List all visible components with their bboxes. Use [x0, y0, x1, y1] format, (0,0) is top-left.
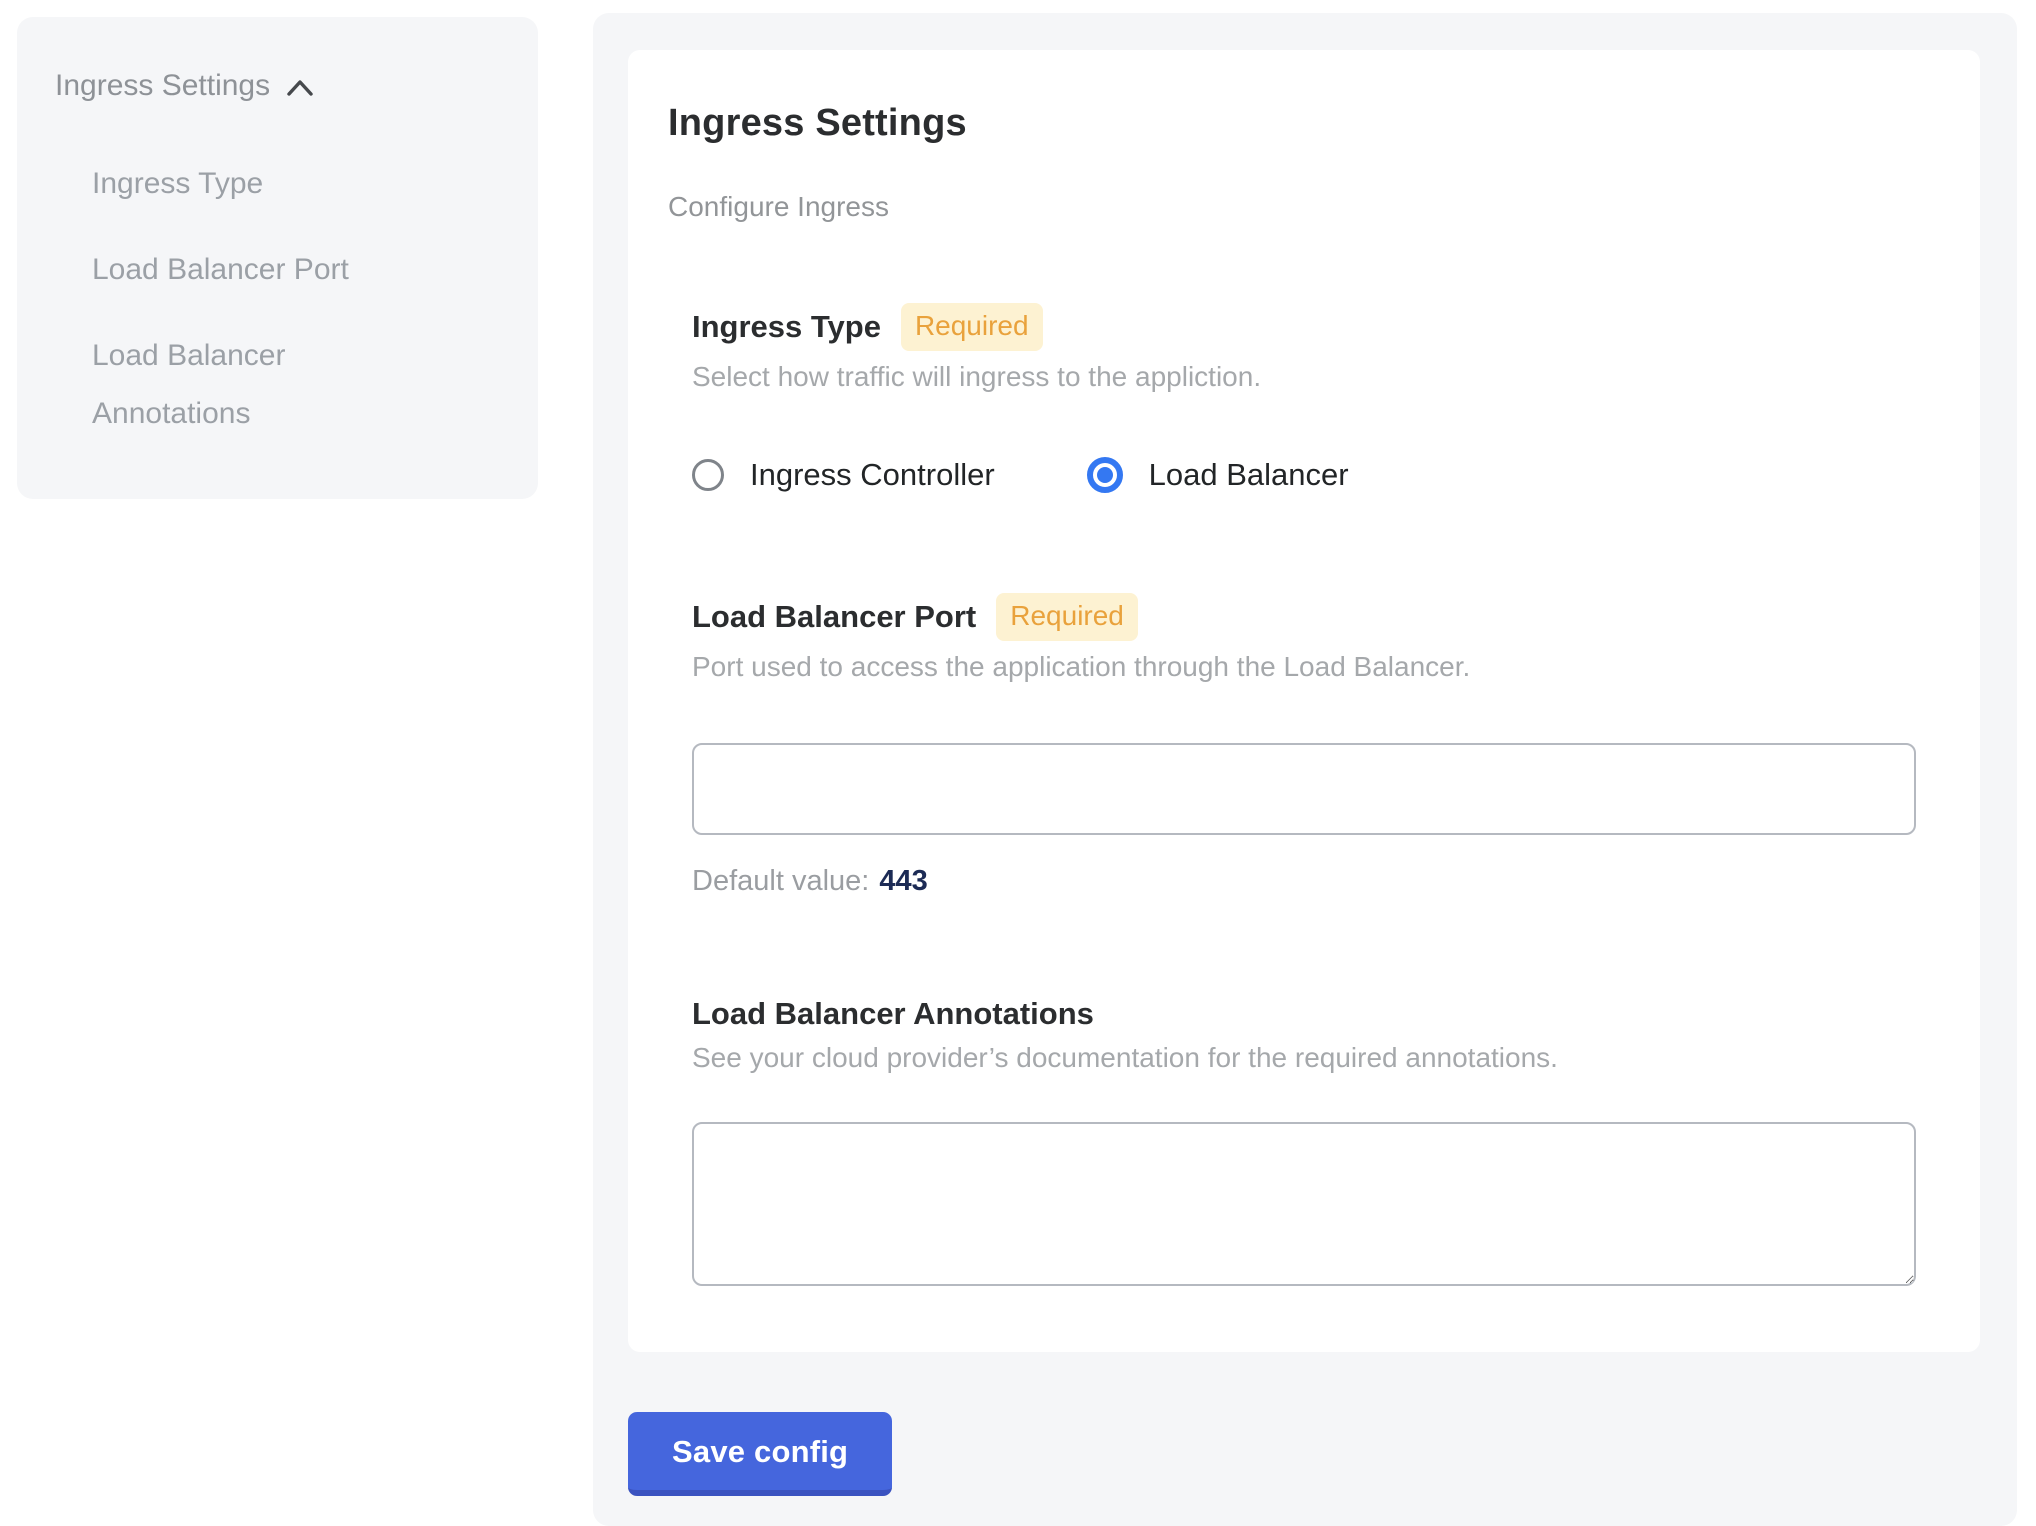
- ingress-settings-card: Ingress Settings Configure Ingress Ingre…: [628, 50, 1980, 1352]
- default-value: 443: [879, 865, 927, 897]
- radio-dot: [1097, 467, 1113, 483]
- lb-port-label-row: Load Balancer Port Required: [692, 593, 1916, 641]
- ingress-type-label-row: Ingress Type Required: [692, 303, 1916, 351]
- radio-option-ingress-controller[interactable]: Ingress Controller: [692, 457, 995, 493]
- chevron-up-icon[interactable]: [286, 75, 314, 97]
- lb-port-description: Port used to access the application thro…: [692, 651, 1916, 683]
- required-badge: Required: [996, 593, 1138, 641]
- sidebar-item-ingress-type[interactable]: Ingress Type: [92, 155, 422, 213]
- page: Ingress Settings Ingress Type Load Balan…: [0, 0, 2036, 1452]
- sidebar-section-toggle[interactable]: Ingress Settings: [55, 69, 508, 103]
- lb-port-label: Load Balancer Port: [692, 599, 976, 635]
- load-balancer-annotations-textarea[interactable]: [692, 1122, 1916, 1286]
- sidebar-item-load-balancer-port[interactable]: Load Balancer Port: [92, 241, 422, 299]
- radio-selected-icon[interactable]: [1087, 457, 1123, 493]
- sidebar-section-label: Ingress Settings: [55, 69, 270, 103]
- save-config-button[interactable]: Save config: [628, 1412, 892, 1496]
- settings-sections: Ingress Type Required Select how traffic…: [692, 303, 1916, 1286]
- radio-unselected-icon[interactable]: [692, 459, 724, 491]
- settings-nav-sidebar: Ingress Settings Ingress Type Load Balan…: [17, 17, 538, 499]
- load-balancer-port-input[interactable]: [692, 743, 1916, 835]
- lb-annotations-label-row: Load Balancer Annotations: [692, 996, 1916, 1032]
- radio-label-ingress-controller[interactable]: Ingress Controller: [750, 457, 995, 493]
- ingress-type-label: Ingress Type: [692, 309, 881, 345]
- radio-option-load-balancer[interactable]: Load Balancer: [1087, 457, 1349, 493]
- load-balancer-port-section: Load Balancer Port Required Port used to…: [692, 593, 1916, 898]
- page-subtitle: Configure Ingress: [668, 191, 1916, 223]
- radio-label-load-balancer[interactable]: Load Balancer: [1149, 457, 1349, 493]
- ingress-type-description: Select how traffic will ingress to the a…: [692, 361, 1916, 393]
- settings-main-panel: Ingress Settings Configure Ingress Ingre…: [593, 13, 2017, 1526]
- sidebar-item-load-balancer-annotations[interactable]: Load Balancer Annotations: [92, 327, 422, 443]
- page-title: Ingress Settings: [668, 102, 1916, 145]
- sidebar-item-list: Ingress Type Load Balancer Port Load Bal…: [92, 155, 508, 443]
- default-value-label: Default value:: [692, 865, 869, 897]
- lb-annotations-label: Load Balancer Annotations: [692, 996, 1094, 1032]
- ingress-type-radio-group: Ingress Controller Load Balancer: [692, 457, 1916, 493]
- required-badge: Required: [901, 303, 1043, 351]
- lb-annotations-description: See your cloud provider’s documentation …: [692, 1042, 1916, 1074]
- default-value-line: Default value: 443: [692, 865, 1916, 898]
- load-balancer-annotations-section: Load Balancer Annotations See your cloud…: [692, 996, 1916, 1286]
- ingress-type-section: Ingress Type Required Select how traffic…: [692, 303, 1916, 493]
